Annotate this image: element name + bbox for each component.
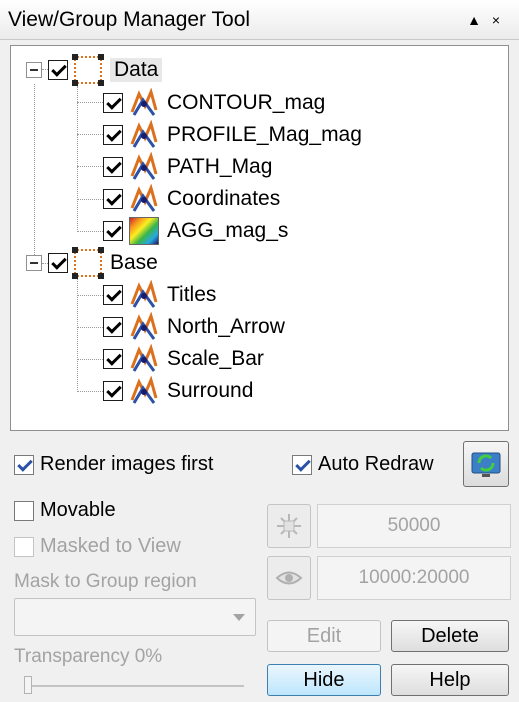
masked-to-view-option[interactable]: Masked to View — [14, 535, 181, 558]
tree-item-label[interactable]: Surround — [167, 379, 253, 403]
masked-to-view-label: Masked to View — [40, 535, 181, 557]
redraw-icon — [471, 452, 501, 477]
collapse-icon[interactable] — [26, 255, 42, 271]
window-title: View/Group Manager Tool — [8, 7, 251, 31]
layer-checkbox[interactable] — [103, 221, 123, 241]
tree-item[interactable]: Coordinates — [103, 183, 280, 215]
movable-option[interactable]: Movable — [14, 499, 116, 522]
edit-button[interactable]: Edit — [267, 620, 381, 652]
map-layer-icon — [130, 152, 158, 180]
layer-checkbox[interactable] — [103, 157, 123, 177]
tree-item-label[interactable]: AGG_mag_s — [167, 219, 288, 243]
delete-button[interactable]: Delete — [391, 620, 509, 652]
map-layer-icon — [130, 376, 158, 404]
auto-redraw-checkbox[interactable] — [292, 454, 312, 475]
render-images-first-checkbox[interactable] — [14, 454, 34, 475]
group-tree[interactable]: Data CONTOUR_mag PROFILE_Mag_mag PATH_Ma… — [10, 45, 509, 431]
map-layer-icon — [130, 88, 158, 116]
grid-image-icon — [129, 217, 159, 245]
tree-item-label[interactable]: Scale_Bar — [167, 347, 264, 371]
map-layer-icon — [130, 344, 158, 372]
tree-group-label[interactable]: Base — [110, 251, 158, 275]
scale-lock-button[interactable] — [267, 504, 311, 548]
scale-value: 50000 — [317, 504, 511, 548]
tree-group-label[interactable]: Data — [110, 58, 163, 82]
hide-button[interactable]: Hide — [267, 664, 381, 696]
tree-item[interactable]: North_Arrow — [103, 311, 285, 343]
map-layer-icon — [130, 120, 158, 148]
auto-redraw-label: Auto Redraw — [318, 453, 434, 475]
layer-checkbox[interactable] — [103, 125, 123, 145]
pin-icon[interactable]: ▲ — [463, 12, 485, 28]
tree-item[interactable]: PROFILE_Mag_mag — [103, 119, 362, 151]
layer-checkbox[interactable] — [103, 189, 123, 209]
group-frame-icon — [72, 247, 104, 279]
transparency-slider-track[interactable] — [26, 685, 244, 687]
auto-redraw-option[interactable]: Auto Redraw — [292, 453, 434, 476]
mask-group-select[interactable] — [14, 598, 256, 636]
layer-checkbox[interactable] — [103, 285, 123, 305]
tree-item-label[interactable]: PROFILE_Mag_mag — [167, 123, 362, 147]
help-button[interactable]: Help — [391, 664, 509, 696]
collapse-icon[interactable] — [26, 62, 42, 78]
redraw-button[interactable] — [463, 441, 509, 487]
render-images-first-option[interactable]: Render images first — [14, 453, 213, 476]
chevron-down-icon — [233, 614, 245, 621]
layer-checkbox[interactable] — [103, 317, 123, 337]
scale-range-value: 10000:20000 — [317, 556, 511, 600]
group-frame-icon — [72, 54, 104, 86]
tree-item[interactable]: Titles — [103, 279, 216, 311]
masked-to-view-checkbox[interactable] — [14, 536, 34, 557]
transparency-label: Transparency 0% — [14, 646, 163, 667]
group-checkbox[interactable] — [48, 60, 68, 80]
tree-group-base[interactable]: Base — [26, 247, 158, 279]
transparency-slider-thumb[interactable] — [24, 676, 32, 694]
movable-checkbox[interactable] — [14, 500, 34, 521]
scale-icon — [277, 514, 301, 538]
layer-checkbox[interactable] — [103, 381, 123, 401]
tree-item-label[interactable]: CONTOUR_mag — [167, 91, 325, 115]
tree-item[interactable]: CONTOUR_mag — [103, 87, 325, 119]
tree-item[interactable]: Surround — [103, 375, 253, 407]
map-layer-icon — [130, 312, 158, 340]
tree-item-label[interactable]: Coordinates — [167, 187, 280, 211]
title-bar: View/Group Manager Tool ▲ × — [0, 0, 519, 40]
mask-group-label: Mask to Group region — [14, 571, 197, 592]
tree-item-label[interactable]: PATH_Mag — [167, 155, 272, 179]
close-icon[interactable]: × — [485, 12, 507, 28]
tree-group-data[interactable]: Data — [26, 54, 163, 86]
map-layer-icon — [130, 184, 158, 212]
tree-item-label[interactable]: North_Arrow — [167, 315, 285, 339]
layer-checkbox[interactable] — [103, 349, 123, 369]
map-layer-icon — [130, 280, 158, 308]
render-images-first-label: Render images first — [40, 453, 214, 475]
movable-label: Movable — [40, 499, 116, 521]
tree-item[interactable]: Scale_Bar — [103, 343, 264, 375]
tree-item-label[interactable]: Titles — [167, 283, 216, 307]
visibility-range-button[interactable] — [267, 556, 311, 600]
tree-item[interactable]: PATH_Mag — [103, 151, 272, 183]
layer-checkbox[interactable] — [103, 93, 123, 113]
tree-item[interactable]: AGG_mag_s — [103, 215, 288, 247]
group-checkbox[interactable] — [48, 253, 68, 273]
eye-icon — [275, 571, 303, 585]
